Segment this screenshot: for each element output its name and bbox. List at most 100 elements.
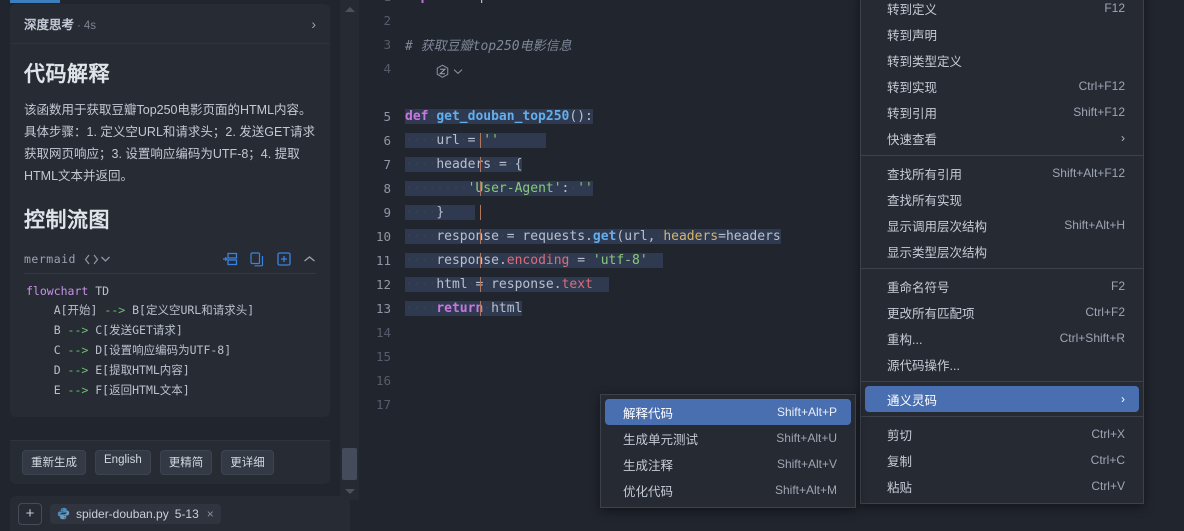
context-menu-item[interactable]: 查找所有实现 xyxy=(865,186,1139,212)
context-menu-item[interactable]: 快速查看 › xyxy=(865,125,1139,151)
menu-item-shortcut: F12 xyxy=(1104,1,1125,15)
line-number: 3 xyxy=(383,36,391,52)
menu-item-shortcut: Shift+Alt+H xyxy=(1064,218,1125,232)
context-menu-item[interactable]: 源代码操作... xyxy=(865,351,1139,377)
preview-diagram-icon[interactable] xyxy=(222,252,238,266)
menu-item-label: 通义灵码 xyxy=(887,393,938,408)
context-menu-item[interactable]: 转到引用 Shift+F12 xyxy=(865,99,1139,125)
scroll-down-arrow-icon[interactable] xyxy=(340,484,359,498)
chevron-down-icon xyxy=(101,256,110,262)
menu-separator xyxy=(861,416,1143,417)
line-content[interactable]: ····return·html xyxy=(405,300,523,316)
line-number: 2 xyxy=(383,12,391,28)
line-content[interactable]: ····headers·=·{ xyxy=(405,156,523,172)
more-detailed-button[interactable]: 更详细 xyxy=(221,450,274,475)
mermaid-code-block: mermaid flowchart TD A[开始] --> B[定义空URL和… xyxy=(24,245,316,411)
line-number: 11 xyxy=(375,252,391,268)
more-concise-button[interactable]: 更精简 xyxy=(159,450,213,475)
line-number: 15 xyxy=(375,348,391,364)
menu-item-label: 查找所有实现 xyxy=(887,193,963,208)
section-title-code-explanation: 代码解释 xyxy=(24,63,110,86)
context-menu-item[interactable]: 重构... Ctrl+Shift+R xyxy=(865,325,1139,351)
menu-item-label: 粘贴 xyxy=(887,480,913,495)
chevron-up-icon[interactable] xyxy=(303,255,316,264)
code-explanation-paragraph: 该函数用于获取豆瓣Top250电影页面的HTML内容。具体步骤：1. 定义空UR… xyxy=(24,103,315,183)
line-content[interactable]: ········'User-Agent':·'' xyxy=(405,180,593,196)
english-button[interactable]: English xyxy=(95,450,151,475)
line-number: 12 xyxy=(375,276,391,292)
context-menu-item[interactable]: 显示调用层次结构 Shift+Alt+H xyxy=(865,212,1139,238)
line-content[interactable]: # 获取豆瓣top250电影信息 xyxy=(405,35,572,54)
line-content[interactable]: ····} xyxy=(405,204,481,220)
context-file-chip[interactable]: spider-douban.py 5-13 × xyxy=(50,503,221,524)
context-file-range: 5-13 xyxy=(174,506,199,521)
chevron-right-icon[interactable]: › xyxy=(311,17,316,31)
context-menu-item[interactable]: 显示类型层次结构 xyxy=(865,238,1139,264)
add-context-button[interactable]: + xyxy=(18,502,42,525)
line-number: 6 xyxy=(383,132,391,148)
menu-item-label: 重构... xyxy=(887,332,923,347)
context-menu-item[interactable]: 查找所有引用 Shift+Alt+F12 xyxy=(865,160,1139,186)
line-number: 9 xyxy=(383,204,391,220)
menu-item-label: 转到引用 xyxy=(887,106,938,121)
insert-at-cursor-icon[interactable] xyxy=(277,252,291,266)
line-number: 5 xyxy=(383,108,391,124)
context-menu-item[interactable]: 转到声明 xyxy=(865,21,1139,47)
context-menu-item[interactable]: 复制 Ctrl+C xyxy=(865,447,1139,473)
context-menu-item[interactable]: 粘贴 Ctrl+V xyxy=(865,473,1139,499)
menu-item-shortcut: Ctrl+F2 xyxy=(1085,305,1125,319)
line-content[interactable]: def·get_douban_top250(): xyxy=(405,108,593,124)
context-menu-item[interactable]: 剪切 Ctrl+X xyxy=(865,421,1139,447)
deep-thinking-label: 深度思考 xyxy=(24,18,75,32)
deep-thinking-header[interactable]: 深度思考 · 4s › xyxy=(10,4,330,44)
context-menu-item[interactable]: 重命名符号 F2 xyxy=(865,273,1139,299)
copy-icon[interactable] xyxy=(250,251,265,267)
mermaid-source[interactable]: flowchart TD A[开始] --> B[定义空URL和请求头] B -… xyxy=(24,274,316,411)
menu-item-label: 重命名符号 xyxy=(887,280,950,295)
context-menu-item[interactable]: 转到类型定义 xyxy=(865,47,1139,73)
code-block-header: mermaid xyxy=(24,246,316,274)
line-number: 13 xyxy=(375,300,391,316)
submenu-item[interactable]: 生成单元测试 Shift+Alt+U xyxy=(605,425,851,451)
sidebar-scrollbar[interactable] xyxy=(340,0,359,500)
line-number: 4 xyxy=(383,60,391,76)
code-block-actions xyxy=(222,251,316,267)
context-menu-item[interactable]: 转到实现 Ctrl+F12 xyxy=(865,73,1139,99)
submenu-item[interactable]: 解释代码 Shift+Alt+P xyxy=(605,399,851,425)
menu-item-label: 转到类型定义 xyxy=(887,54,963,69)
editor-context-menu[interactable]: 转到定义 F12 转到声明转到类型定义转到实现 Ctrl+F12 转到引用 Shift+F… xyxy=(860,0,1144,504)
line-number: 10 xyxy=(375,228,391,244)
menu-item-label: 解释代码 xyxy=(623,406,674,421)
close-icon[interactable]: × xyxy=(207,507,214,521)
tongyi-lingma-codelens[interactable] xyxy=(435,64,463,79)
context-menu-item[interactable]: 通义灵码 › xyxy=(865,386,1139,412)
menu-item-label: 生成单元测试 xyxy=(623,432,699,447)
line-content[interactable]: ····html·=·response.text xyxy=(405,276,609,292)
menu-item-shortcut: Ctrl+F12 xyxy=(1078,79,1125,93)
scroll-up-arrow-icon[interactable] xyxy=(340,2,359,16)
submenu-item[interactable]: 生成注释 Shift+Alt+V xyxy=(605,451,851,477)
deep-thinking-duration: 4s xyxy=(83,20,97,32)
submenu-item[interactable]: 优化代码 Shift+Alt+M xyxy=(605,477,851,503)
menu-item-label: 查找所有引用 xyxy=(887,167,963,182)
line-content[interactable]: ····response·=·requests.get(url,·headers… xyxy=(405,228,781,244)
line-content[interactable]: ····response.encoding·=·'utf-8' xyxy=(405,252,664,268)
python-file-icon xyxy=(57,507,70,520)
menu-item-shortcut: Ctrl+C xyxy=(1090,453,1125,467)
context-menu-item[interactable]: 转到定义 F12 xyxy=(865,0,1139,21)
menu-item-label: 剪切 xyxy=(887,428,913,443)
code-format-dropdown[interactable] xyxy=(84,254,110,265)
menu-item-label: 转到声明 xyxy=(887,28,938,43)
line-content[interactable]: ····url·=·'' xyxy=(405,132,546,148)
chevron-down-icon xyxy=(453,69,463,75)
line-content[interactable]: import requests xyxy=(405,0,522,4)
context-menu-item[interactable]: 更改所有匹配项 Ctrl+F2 xyxy=(865,299,1139,325)
menu-item-shortcut: Shift+Alt+M xyxy=(774,483,837,497)
scrollbar-thumb[interactable] xyxy=(342,448,357,480)
chevron-right-icon: › xyxy=(1121,131,1125,145)
menu-item-label: 快速查看 xyxy=(887,132,938,147)
regenerate-button[interactable]: 重新生成 xyxy=(22,450,86,475)
line-number: 16 xyxy=(375,372,391,388)
menu-item-label: 显示调用层次结构 xyxy=(887,219,988,234)
tongyi-lingma-submenu[interactable]: 解释代码 Shift+Alt+P 生成单元测试 Shift+Alt+U 生成注释 Shif… xyxy=(600,394,856,508)
